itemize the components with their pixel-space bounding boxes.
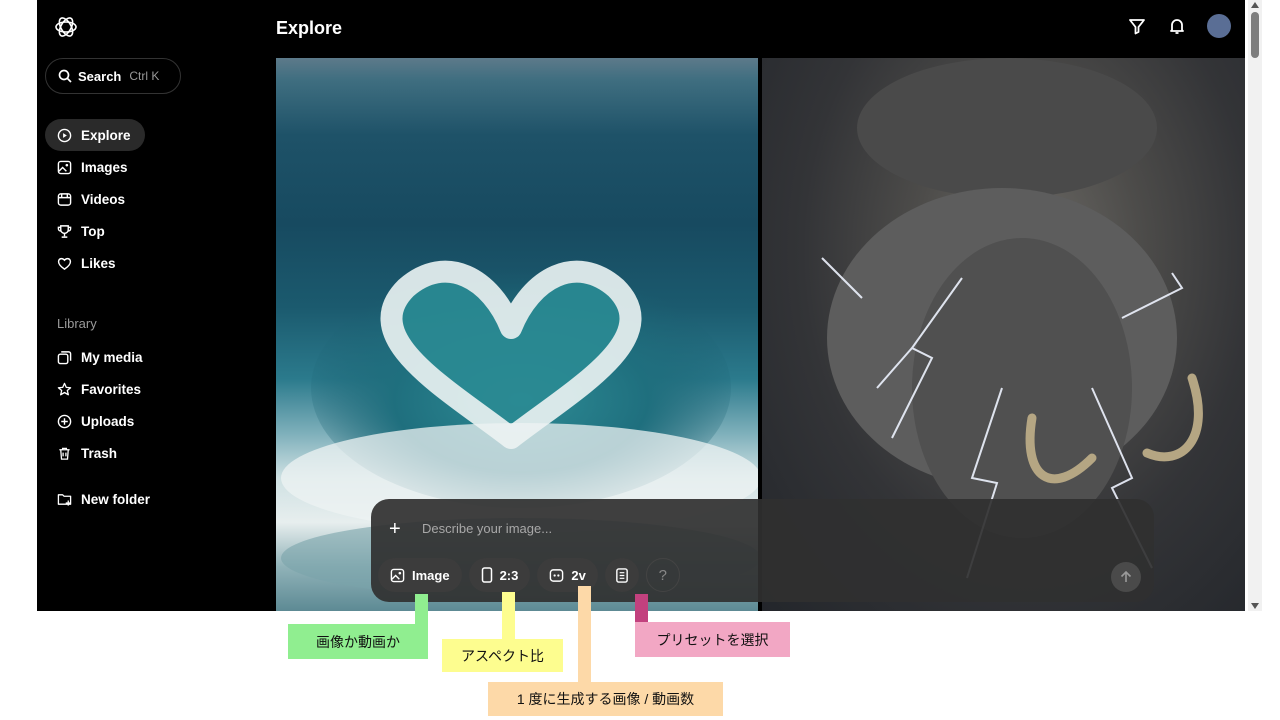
- annotation-count: 1 度に生成する画像 / 動画数: [488, 682, 723, 716]
- prompt-options: Image 2:3 2v ?: [378, 558, 680, 592]
- annotation-connector-mode: [415, 594, 428, 624]
- portrait-frame-icon: [481, 567, 492, 583]
- new-folder-button[interactable]: New folder: [45, 483, 164, 515]
- prompt-input[interactable]: Describe your image...: [422, 521, 552, 536]
- count-label: 2v: [571, 567, 586, 583]
- trash-icon: [59, 447, 70, 460]
- app-window: Explore Search Ctrl K Explore Images Vid…: [37, 0, 1245, 611]
- scrollbar-thumb[interactable]: [1251, 12, 1259, 58]
- nav-label: My media: [81, 349, 143, 365]
- compass-icon: [57, 128, 72, 142]
- help-button[interactable]: ?: [645, 558, 680, 592]
- filter-icon[interactable]: [1127, 16, 1147, 36]
- logo-icon[interactable]: [53, 14, 79, 40]
- top-actions: [1127, 14, 1231, 38]
- annotation-aspect: アスペクト比: [442, 639, 563, 672]
- bell-icon[interactable]: [1167, 16, 1187, 36]
- nav-label: Explore: [81, 127, 131, 143]
- nav-label: Top: [81, 223, 105, 239]
- library-heading: Library: [57, 316, 97, 331]
- annotation-mode: 画像か動画か: [288, 624, 428, 659]
- heart-icon: [57, 257, 72, 270]
- image-icon: [390, 568, 405, 582]
- upload-icon: [57, 414, 72, 428]
- nav-item-explore[interactable]: Explore: [45, 119, 145, 151]
- trophy-icon: [57, 224, 72, 238]
- search-label: Search: [78, 68, 122, 84]
- nav-label: Likes: [81, 255, 116, 271]
- mode-label: Image: [412, 567, 450, 583]
- nav-item-my-media[interactable]: My media: [45, 341, 157, 373]
- nav-item-trash[interactable]: Trash: [45, 437, 131, 469]
- nav-label: Images: [81, 159, 128, 175]
- send-button[interactable]: [1111, 562, 1141, 592]
- prompt-bar: + Describe your image... Image 2:3 2v ?: [371, 499, 1154, 602]
- folder-nav: New folder: [45, 483, 255, 515]
- mode-button[interactable]: Image: [378, 558, 462, 592]
- scroll-up-arrow[interactable]: [1251, 2, 1259, 8]
- nav-label: Favorites: [81, 381, 142, 397]
- annotation-connector-aspect: [502, 592, 515, 640]
- aspect-ratio-label: 2:3: [499, 567, 519, 583]
- media-icon: [57, 350, 72, 364]
- nav-item-uploads[interactable]: Uploads: [45, 405, 148, 437]
- annotation-connector-count: [578, 586, 591, 682]
- nav-item-images[interactable]: Images: [45, 151, 142, 183]
- folder-plus-icon: [57, 493, 72, 506]
- search-button[interactable]: Search Ctrl K: [45, 58, 181, 94]
- star-icon: [57, 382, 72, 395]
- annotation-preset: プリセットを選択: [635, 622, 790, 657]
- avatar[interactable]: [1207, 14, 1231, 38]
- image-icon: [57, 160, 72, 174]
- count-icon: [550, 568, 564, 582]
- main-nav: Explore Images Videos Top Likes: [45, 119, 255, 279]
- scrollbar[interactable]: [1248, 0, 1262, 611]
- arrow-up-icon: [1120, 570, 1132, 582]
- nav-label: Videos: [81, 191, 126, 207]
- aspect-ratio-button[interactable]: 2:3: [468, 558, 531, 592]
- preset-button[interactable]: [604, 558, 639, 592]
- attach-button[interactable]: +: [389, 519, 401, 539]
- video-icon: [57, 192, 72, 206]
- nav-label: Trash: [81, 445, 118, 461]
- nav-label: New folder: [81, 491, 151, 507]
- nav-label: Uploads: [81, 413, 135, 429]
- scroll-down-arrow[interactable]: [1251, 603, 1259, 609]
- document-icon: [615, 567, 628, 583]
- nav-item-videos[interactable]: Videos: [45, 183, 139, 215]
- nav-item-top[interactable]: Top: [45, 215, 119, 247]
- search-shortcut: Ctrl K: [129, 69, 160, 83]
- nav-item-likes[interactable]: Likes: [45, 247, 130, 279]
- nav-item-favorites[interactable]: Favorites: [45, 373, 155, 405]
- search-icon: [58, 69, 72, 83]
- annotation-connector-preset: [635, 594, 648, 622]
- page-title: Explore: [276, 18, 343, 38]
- library-nav: My media Favorites Uploads Trash: [45, 341, 255, 469]
